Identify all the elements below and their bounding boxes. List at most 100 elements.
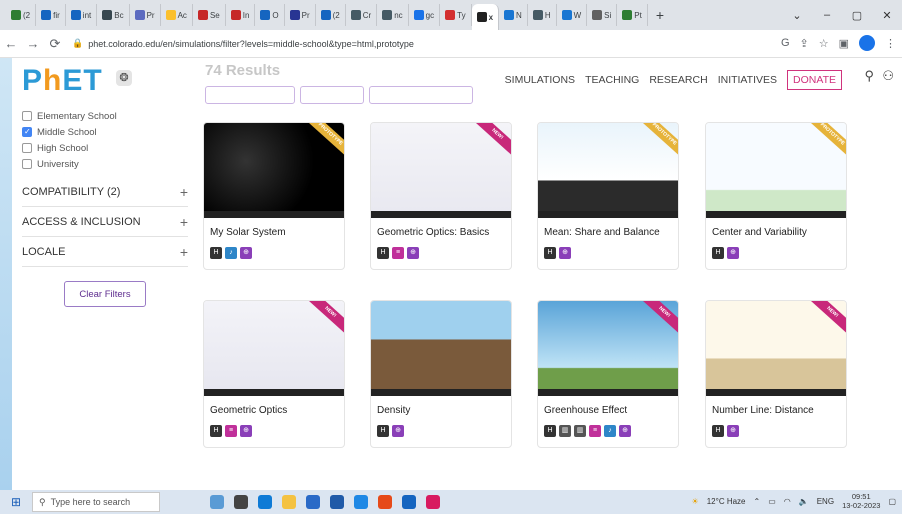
simulation-thumbnail[interactable]: NEW! xyxy=(538,301,678,396)
simulation-thumbnail[interactable]: PROTOTYPE xyxy=(538,123,678,218)
teams-icon[interactable] xyxy=(402,495,416,509)
share-icon[interactable]: ⇪ xyxy=(800,37,809,50)
browser-tab[interactable]: nc xyxy=(377,4,409,26)
user-icon[interactable]: ⚇ xyxy=(882,68,894,84)
simulation-card[interactable]: PROTOTYPE Mean: Share and Balance H ⊕ xyxy=(537,122,679,270)
checkbox[interactable] xyxy=(22,127,32,137)
sidepanel-icon[interactable]: ▣ xyxy=(839,37,849,50)
url-text[interactable]: phet.colorado.edu/en/simulations/filter?… xyxy=(88,39,414,49)
checkbox[interactable] xyxy=(22,159,32,169)
close-button[interactable]: ✕ xyxy=(872,9,902,22)
browser-tab[interactable]: N xyxy=(499,4,528,26)
photos-icon[interactable] xyxy=(330,495,344,509)
volume-icon[interactable]: 🔈 xyxy=(799,497,809,506)
notification-icon[interactable]: ▢ xyxy=(888,497,896,506)
browser-tab[interactable]: Se xyxy=(193,4,226,26)
browser-tab[interactable]: Ty xyxy=(440,4,472,26)
clock[interactable]: 09:51 13-02-2023 xyxy=(842,492,880,510)
browser-tab[interactable]: H xyxy=(528,4,557,26)
taskbar-search[interactable]: ⚲ Type here to search xyxy=(32,492,160,512)
plus-icon[interactable]: + xyxy=(180,184,188,200)
store-icon[interactable] xyxy=(306,495,320,509)
simulation-title[interactable]: Geometric Optics: Basics xyxy=(377,227,489,238)
nav-initiatives[interactable]: INITIATIVES xyxy=(718,74,777,86)
filter-chip[interactable] xyxy=(369,86,473,104)
bookmark-star-icon[interactable]: ☆ xyxy=(819,37,829,50)
plus-icon[interactable]: + xyxy=(180,244,188,260)
facet-access-inclusion[interactable]: ACCESS & INCLUSION + xyxy=(22,207,188,237)
simulation-thumbnail[interactable]: PROTOTYPE xyxy=(706,123,846,218)
browser-tab[interactable]: x xyxy=(471,4,500,30)
app-icon[interactable] xyxy=(426,495,440,509)
simulation-card[interactable]: NEW! Number Line: Distance H ⊕ xyxy=(705,300,847,448)
plus-icon[interactable]: + xyxy=(180,214,188,230)
phet-logo[interactable]: PhET xyxy=(22,64,103,98)
level-middle[interactable]: Middle School xyxy=(22,124,188,140)
simulation-thumbnail[interactable]: NEW! xyxy=(706,301,846,396)
widgets-icon[interactable] xyxy=(210,495,224,509)
app-icon[interactable] xyxy=(354,495,368,509)
language[interactable]: ENG xyxy=(817,497,834,506)
simulation-title[interactable]: Geometric Optics xyxy=(210,405,287,416)
edge-icon[interactable] xyxy=(258,495,272,509)
simulation-thumbnail[interactable]: NEW! xyxy=(204,301,344,396)
new-tab-button[interactable]: + xyxy=(648,7,672,23)
simulation-thumbnail[interactable]: PROTOTYPE xyxy=(204,123,344,218)
nav-simulations[interactable]: SIMULATIONS xyxy=(505,74,575,86)
browser-tab[interactable]: Pt xyxy=(617,4,648,26)
facet-locale[interactable]: LOCALE + xyxy=(22,237,188,267)
filter-chip[interactable] xyxy=(300,86,364,104)
windows-start-icon[interactable]: ⊞ xyxy=(0,495,32,509)
battery-icon[interactable]: ▭ xyxy=(768,497,776,506)
nav-teaching[interactable]: TEACHING xyxy=(585,74,639,86)
minimize-button[interactable]: – xyxy=(812,9,842,21)
browser-tab[interactable]: O xyxy=(255,4,285,26)
url-field[interactable]: 🔒 phet.colorado.edu/en/simulations/filte… xyxy=(72,38,414,49)
facet-compatibility[interactable]: COMPATIBILITY (2) + xyxy=(22,177,188,207)
tab-search-icon[interactable]: ⌄ xyxy=(782,9,812,22)
filter-chip[interactable] xyxy=(205,86,295,104)
level-university[interactable]: University xyxy=(22,156,188,172)
browser-tab[interactable]: gc xyxy=(409,4,441,26)
browser-tab[interactable]: In xyxy=(226,4,256,26)
simulation-thumbnail[interactable]: NEW! xyxy=(371,123,511,218)
simulation-title[interactable]: Density xyxy=(377,405,410,416)
browser-tab[interactable]: fir xyxy=(36,4,66,26)
simulation-card[interactable]: Density H ⊕ xyxy=(370,300,512,448)
search-icon[interactable]: ⚲ xyxy=(864,68,874,84)
browser-tab[interactable]: Cr xyxy=(346,4,378,26)
browser-tab[interactable]: Bc xyxy=(97,4,130,26)
simulation-title[interactable]: Center and Variability xyxy=(712,227,807,238)
simulation-card[interactable]: PROTOTYPE Center and Variability H ⊕ xyxy=(705,122,847,270)
level-high[interactable]: High School xyxy=(22,140,188,156)
tray-chevron-icon[interactable]: ⌃ xyxy=(754,497,761,506)
weather-text[interactable]: 12°C Haze xyxy=(707,497,746,506)
browser-tab[interactable]: Pr xyxy=(130,4,161,26)
browser-tab[interactable]: Pr xyxy=(285,4,316,26)
browser-tab[interactable]: (2 xyxy=(316,4,346,26)
back-icon[interactable]: ← xyxy=(0,36,22,51)
browser-tab[interactable]: int xyxy=(66,4,98,26)
simulation-title[interactable]: Number Line: Distance xyxy=(712,405,814,416)
browser-tab[interactable]: (2 xyxy=(6,4,37,26)
simulation-thumbnail[interactable] xyxy=(371,301,511,396)
reload-icon[interactable]: ⟳ xyxy=(44,36,66,52)
simulation-card[interactable]: NEW! Geometric Optics H ≡ ⊕ xyxy=(203,300,345,448)
simulation-title[interactable]: My Solar System xyxy=(210,227,286,238)
clear-filters-button[interactable]: Clear Filters xyxy=(64,281,146,307)
checkbox[interactable] xyxy=(22,111,32,121)
checkbox[interactable] xyxy=(22,143,32,153)
simulation-card[interactable]: PROTOTYPE My Solar System H ♪ ⊕ xyxy=(203,122,345,270)
maximize-button[interactable]: ▢ xyxy=(842,9,872,22)
menu-kebab-icon[interactable]: ⋮ xyxy=(885,37,896,50)
simulation-title[interactable]: Greenhouse Effect xyxy=(544,405,627,416)
google-icon[interactable]: G xyxy=(781,37,790,49)
forward-icon[interactable]: → xyxy=(22,36,44,51)
chrome-icon[interactable] xyxy=(378,495,392,509)
wifi-icon[interactable]: ◠ xyxy=(784,497,791,506)
file-explorer-icon[interactable] xyxy=(282,495,296,509)
simulation-card[interactable]: NEW! Geometric Optics: Basics H ≡ ⊕ xyxy=(370,122,512,270)
simulation-card[interactable]: NEW! Greenhouse Effect H ▥ ▥ ≡ ♪ ⊕ xyxy=(537,300,679,448)
task-view-icon[interactable] xyxy=(234,495,248,509)
level-elementary[interactable]: Elementary School xyxy=(22,108,188,124)
